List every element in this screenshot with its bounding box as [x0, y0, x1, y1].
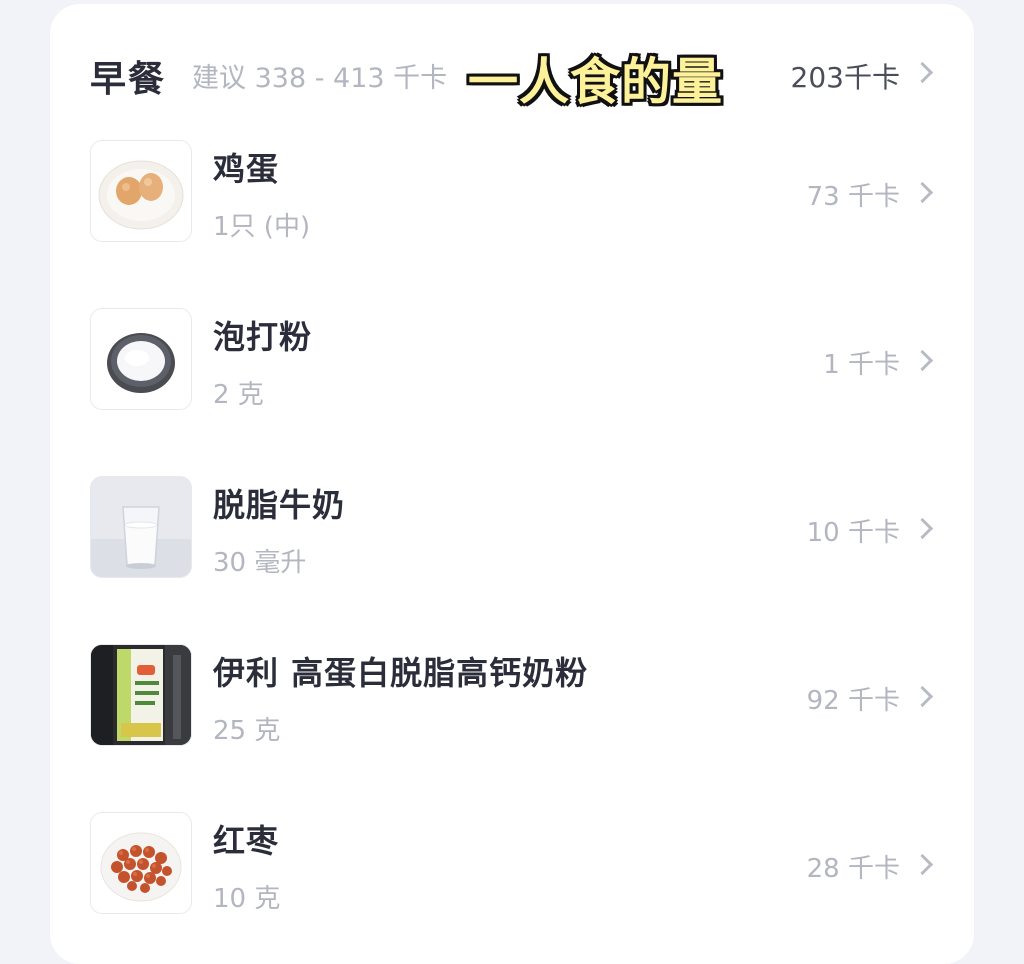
- milk-glass-icon: [90, 476, 192, 578]
- food-name: 泡打粉: [213, 318, 313, 356]
- breakfast-card: 早餐 建议 338 - 413 千卡 一人食的量 203千卡 鸡蛋 1只 (中)…: [50, 4, 974, 964]
- chevron-right-icon[interactable]: [911, 349, 934, 372]
- food-amount: 2 克: [213, 380, 264, 410]
- calorie-suggestion: 建议 338 - 413 千卡: [192, 63, 448, 94]
- chevron-right-icon[interactable]: [911, 685, 934, 708]
- food-row-skim-milk[interactable]: 脱脂牛奶 30 毫升 10 千卡: [50, 476, 974, 584]
- food-calories: 92 千卡: [806, 686, 900, 716]
- chevron-right-icon[interactable]: [911, 181, 934, 204]
- red-dates-icon: [90, 812, 192, 914]
- baking-powder-icon: [90, 308, 192, 410]
- food-amount: 30 毫升: [213, 548, 307, 578]
- food-calories: 28 千卡: [806, 854, 900, 884]
- food-calories: 73 千卡: [806, 182, 900, 212]
- food-name: 鸡蛋: [213, 150, 280, 188]
- food-row-baking-powder[interactable]: 泡打粉 2 克 1 千卡: [50, 308, 974, 416]
- chevron-right-icon[interactable]: [911, 61, 934, 84]
- meal-total-calories: 203千卡: [790, 61, 900, 94]
- food-row-eggs[interactable]: 鸡蛋 1只 (中) 73 千卡: [50, 140, 974, 248]
- chevron-right-icon[interactable]: [911, 517, 934, 540]
- food-calories: 1 千卡: [823, 350, 900, 380]
- eggs-icon: [90, 140, 192, 242]
- food-name: 脱脂牛奶: [213, 486, 346, 524]
- meal-title: 早餐: [90, 59, 167, 100]
- chevron-right-icon[interactable]: [911, 853, 934, 876]
- food-name: 伊利 高蛋白脱脂高钙奶粉: [213, 654, 589, 692]
- food-row-red-dates[interactable]: 红枣 10 克 28 千卡: [50, 812, 974, 920]
- overlay-caption: 一人食的量: [468, 53, 723, 111]
- food-amount: 1只 (中): [213, 212, 311, 242]
- meal-header[interactable]: 早餐 建议 338 - 413 千卡 一人食的量 203千卡: [50, 4, 974, 134]
- food-amount: 10 克: [213, 884, 281, 914]
- milk-powder-bag-icon: [90, 644, 192, 746]
- food-calories: 10 千卡: [806, 518, 900, 548]
- food-row-milk-powder[interactable]: 伊利 高蛋白脱脂高钙奶粉 25 克 92 千卡: [50, 644, 974, 752]
- food-name: 红枣: [213, 822, 280, 860]
- food-amount: 25 克: [213, 716, 281, 746]
